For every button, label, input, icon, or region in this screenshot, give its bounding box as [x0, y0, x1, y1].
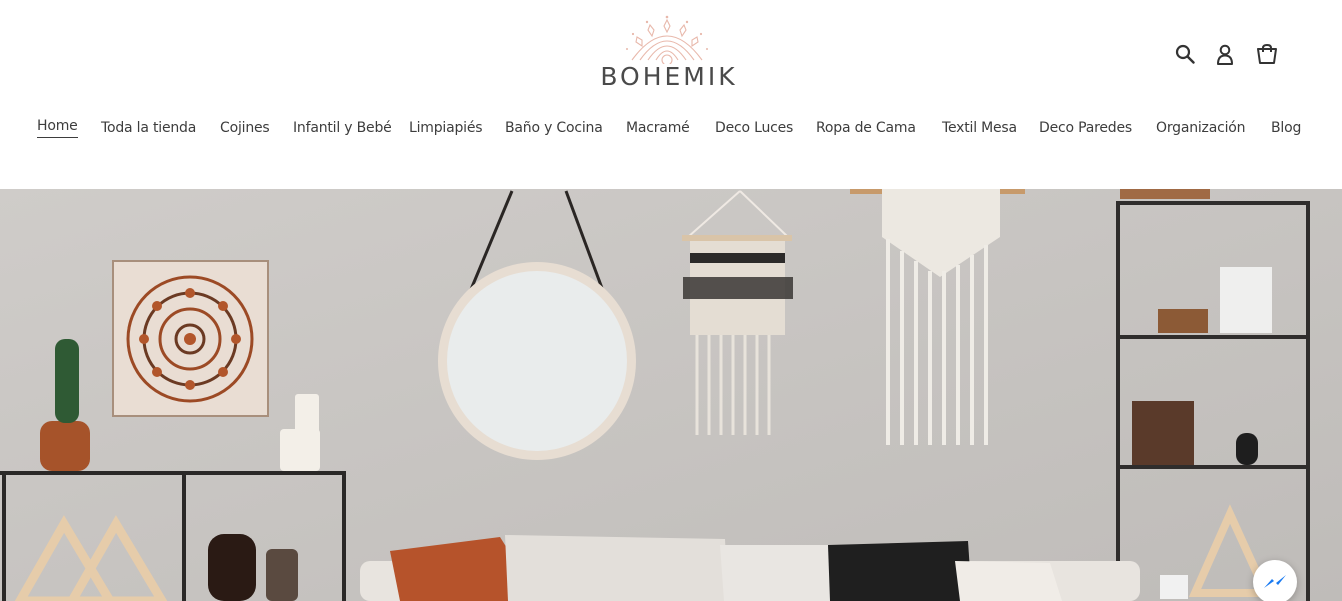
nav-item-deco-luces[interactable]: Deco Luces [715, 115, 793, 141]
search-icon[interactable] [1170, 38, 1200, 70]
nav-item-textil-mesa[interactable]: Textil Mesa [942, 115, 1017, 141]
nav-item-macrame[interactable]: Macramé [626, 115, 690, 141]
nav-item-blog[interactable]: Blog [1271, 115, 1301, 141]
brand-name: BOHEMIK [600, 62, 738, 91]
header-actions [1168, 38, 1288, 70]
nav-item-cojines[interactable]: Cojines [220, 115, 270, 141]
cart-icon[interactable] [1252, 38, 1282, 70]
nav-item-home[interactable]: Home [37, 115, 78, 138]
nav-item-infantil-y-bebe[interactable]: Infantil y Bebé [293, 115, 392, 141]
nav-item-limpiapies[interactable]: Limpiapiés [409, 115, 483, 141]
hero-banner[interactable] [0, 189, 1342, 601]
nav-item-deco-paredes[interactable]: Deco Paredes [1039, 115, 1132, 141]
mandala-logo-icon [626, 15, 708, 64]
nav-item-bano-y-cocina[interactable]: Baño y Cocina [505, 115, 603, 141]
brand-logo[interactable]: BOHEMIK [588, 14, 750, 94]
messenger-icon [1264, 575, 1286, 588]
site-header: BOHEMIK Home Toda la tienda Cojines Infa… [0, 0, 1342, 189]
account-icon[interactable] [1210, 38, 1240, 70]
nav-item-toda-la-tienda[interactable]: Toda la tienda [101, 115, 196, 141]
nav-item-ropa-de-cama[interactable]: Ropa de Cama [816, 115, 916, 141]
nav-item-organizacion[interactable]: Organización [1156, 115, 1246, 141]
messenger-chat-button[interactable] [1253, 560, 1297, 601]
living-room-photo [0, 189, 1342, 601]
main-nav: Home Toda la tienda Cojines Infantil y B… [0, 115, 1342, 143]
mandala-canvas [112, 260, 269, 417]
